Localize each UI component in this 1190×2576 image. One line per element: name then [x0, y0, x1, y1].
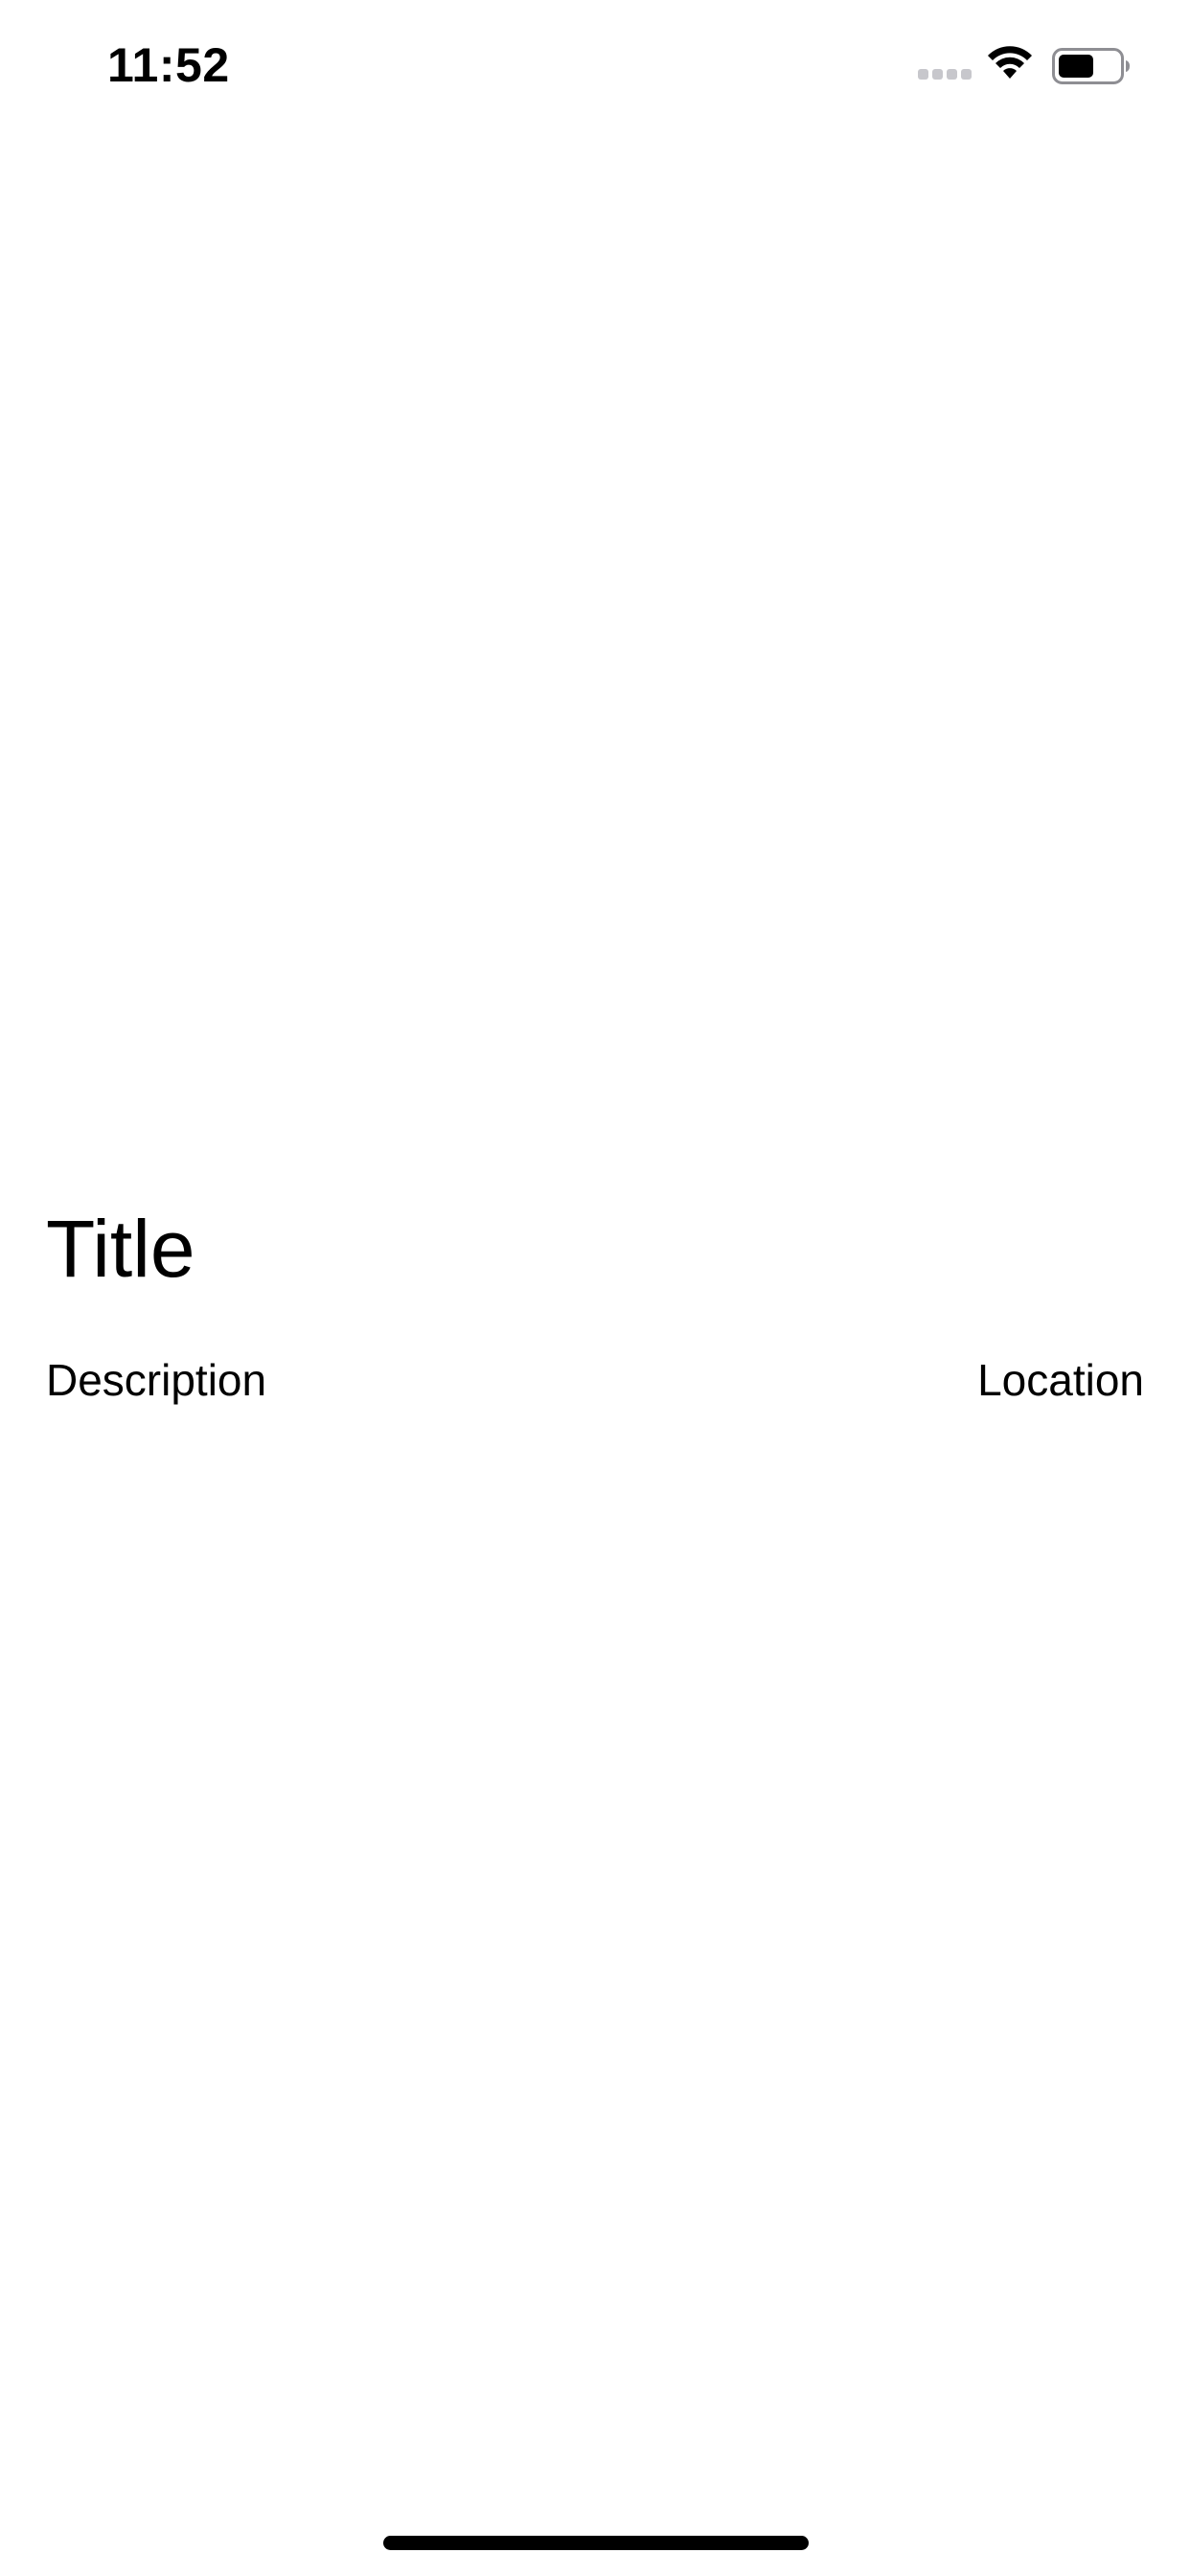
location-label: Location: [977, 1355, 1144, 1405]
home-indicator[interactable]: [383, 2536, 809, 2550]
description-label: Description: [46, 1355, 267, 1405]
main-content: Title Description Location: [0, 0, 1190, 2576]
page-title: Title: [46, 1204, 195, 1294]
